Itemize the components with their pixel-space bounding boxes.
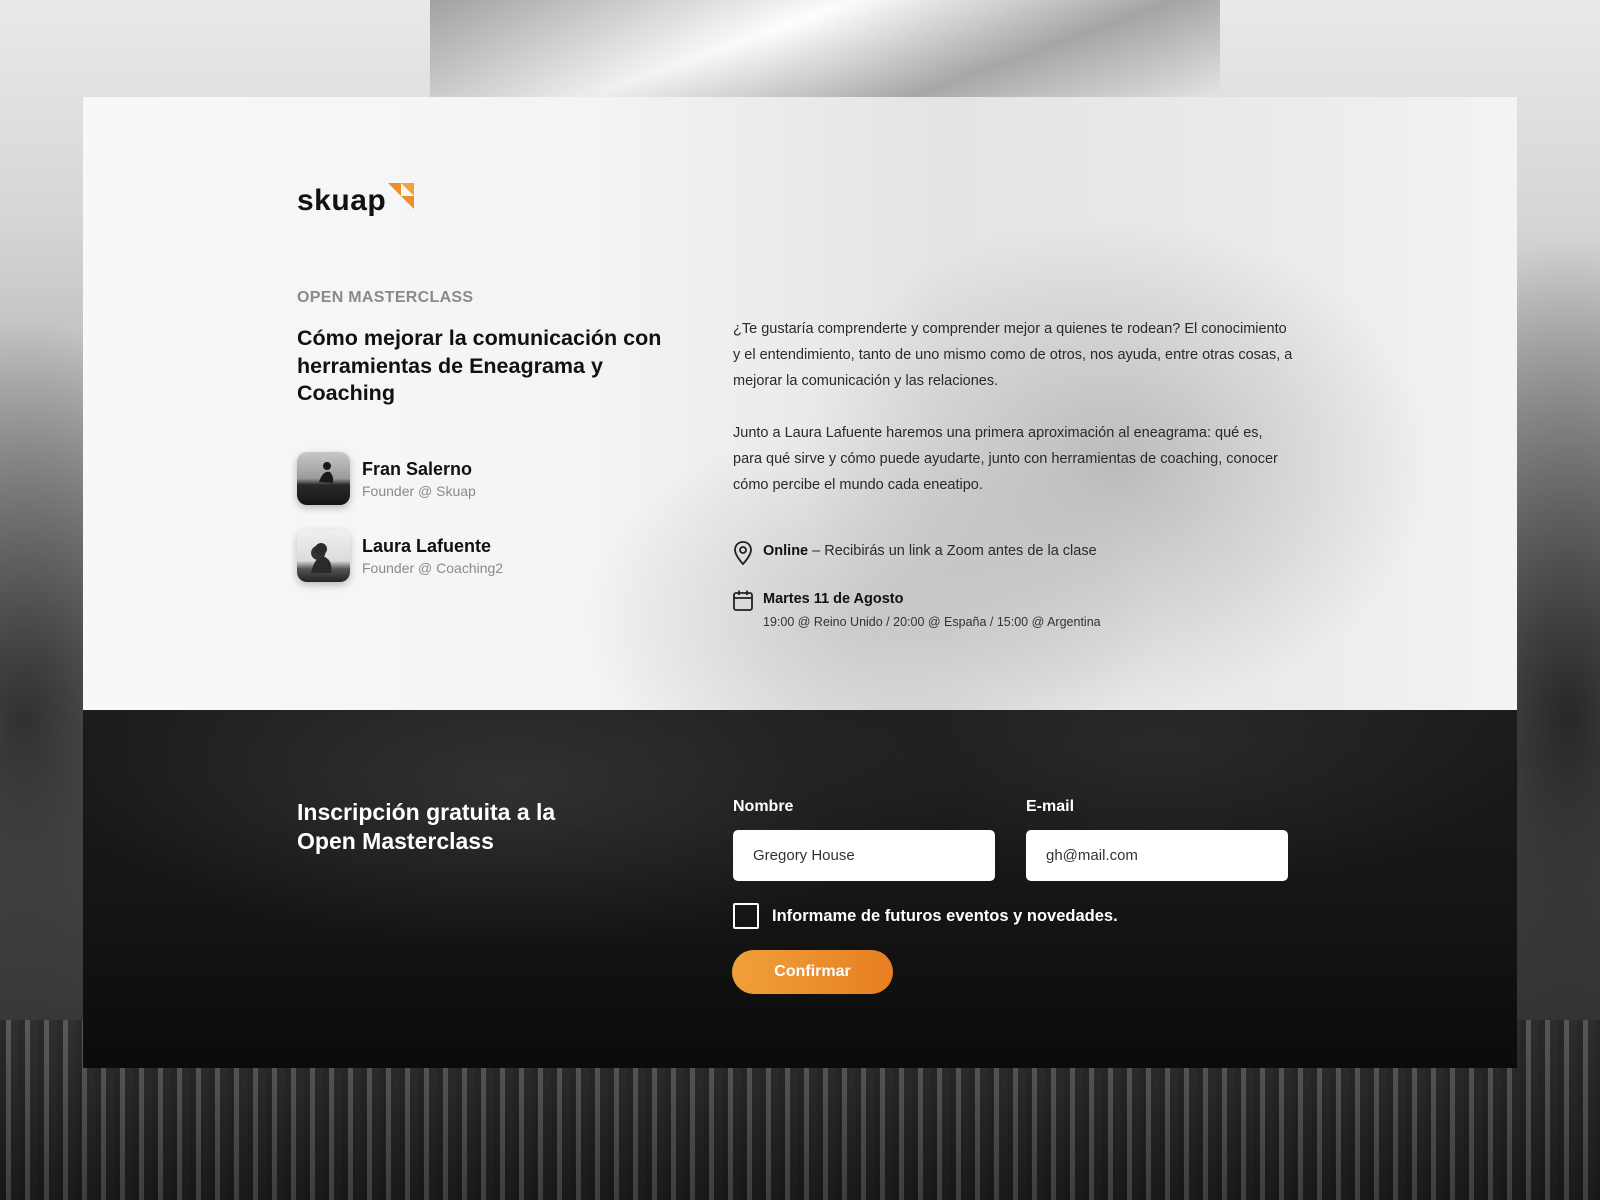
newsletter-option: Informame de futuros eventos y novedades… [733, 903, 1118, 929]
skuap-logo[interactable]: skuap [297, 182, 415, 220]
confirm-button[interactable]: Confirmar [732, 950, 893, 994]
event-location: Online – Recibirás un link a Zoom antes … [731, 540, 1097, 566]
email-field[interactable] [1026, 830, 1288, 881]
speaker-role: Founder @ Skuap [362, 483, 476, 499]
event-description: Junto a Laura Lafuente haremos una prime… [733, 425, 1278, 493]
event-title: Cómo mejorar la comunicación con herrami… [297, 326, 662, 405]
event-times: 19:00 @ Reino Unido / 20:00 @ España / 1… [763, 615, 1101, 629]
event-date-label: Martes 11 de Agosto [763, 591, 904, 607]
event-description: ¿Te gustaría comprenderte y comprender m… [733, 321, 1293, 389]
speaker-card: Laura Lafuente Founder @ Coaching2 [297, 529, 503, 582]
registration-title: Inscripción gratuita a la Open Mastercla… [297, 799, 556, 854]
location-note: – Recibirás un link a Zoom antes de la c… [808, 543, 1097, 559]
speaker-role: Founder @ Coaching2 [362, 560, 504, 576]
event-type-label: OPEN MASTERCLASS [297, 289, 474, 306]
logo-arrow-icon [388, 183, 415, 215]
speaker-name: Laura Lafuente [362, 536, 492, 556]
speaker-name: Fran Salerno [362, 459, 473, 479]
event-date: Martes 11 de Agosto 19:00 @ Reino Unido … [731, 588, 1101, 631]
speaker-card: Fran Salerno Founder @ Skuap [297, 452, 476, 505]
newsletter-checkbox[interactable] [733, 903, 759, 929]
email-label: E-mail [1026, 798, 1075, 815]
speaker-avatar [297, 452, 350, 505]
logo-wordmark: skuap [297, 184, 387, 217]
newsletter-label[interactable]: Informame de futuros eventos y novedades… [772, 907, 1118, 926]
name-label: Nombre [733, 798, 794, 815]
registration-panel [83, 710, 1517, 1068]
calendar-icon [731, 588, 755, 614]
location-type: Online [763, 543, 809, 559]
map-pin-icon [731, 540, 755, 566]
speaker-avatar [297, 529, 350, 582]
name-field[interactable] [733, 830, 995, 881]
